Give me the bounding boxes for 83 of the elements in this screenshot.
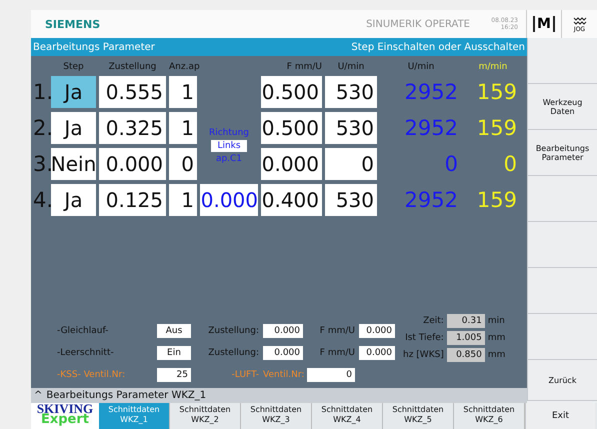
input-field[interactable]: 0.000 [99,148,166,180]
input-field[interactable]: 25 [157,368,191,382]
hint-text: Step Einschalten oder Ausschalten [351,42,525,52]
input-field[interactable]: 0.000 [261,148,322,180]
panel-title: Bearbeitungs Parameter [33,42,155,52]
info-label: hz [WKS] [403,350,444,360]
cutting-speed-value: 0 [502,152,518,176]
unit-label: min [488,316,506,326]
option-label: -KSS- Ventil.Nr: [57,370,126,380]
machine-mode-button[interactable]: M [533,16,555,32]
speed-value: 2952 [404,188,459,212]
status-text: Bearbeitungs Parameter WKZ_1 [46,390,206,401]
input-field[interactable]: 1 [169,184,197,216]
column-header: U/min [336,62,366,72]
field-label: Ventil.Nr: [263,370,303,380]
softkey-button[interactable]: Bearbeitungs Parameter [527,130,597,176]
caret-icon: ^ [34,390,42,401]
product-name: SINUMERIK OPERATE [366,18,470,30]
info-label: Zeit: [422,316,444,326]
toggle-field[interactable]: Aus [157,324,191,338]
toggle-field[interactable]: Ein [157,346,191,360]
cutting-speed-value: 159 [476,116,518,140]
input-field[interactable]: 0.500 [261,76,322,108]
option-label: -Leerschnitt- [57,348,115,358]
input-field[interactable]: 530 [325,184,377,216]
info-value: 1.005 [446,331,485,345]
speed-value: 2952 [404,80,459,104]
input-field[interactable]: 0.555 [99,76,166,108]
direction-label: Richtung [208,128,250,138]
column-header: m/min [478,62,508,72]
column-header: U/min [406,62,436,72]
input-field[interactable]: 1 [169,76,197,108]
option-label: -LUFT- [230,370,259,380]
option-label: -Gleichlauf- [57,326,110,336]
info-value: 0.850 [446,348,485,362]
input-field[interactable]: 0 [169,148,197,180]
unit-label: mm [488,350,506,360]
step-field[interactable]: Nein [51,148,96,180]
input-field[interactable]: 0.125 [99,184,166,216]
input-field[interactable]: 0.500 [261,112,322,144]
input-field[interactable]: 0.000 [359,346,395,360]
column-header: Step [62,62,85,72]
input-field[interactable]: 0.000 [263,324,303,338]
softkey-button[interactable] [527,38,597,84]
exit-button[interactable]: Exit [525,403,595,429]
speed-value: 0 [444,152,459,176]
direction-field[interactable]: Links [211,140,247,152]
cutting-speed-value: 159 [476,188,518,212]
input-field[interactable]: 0 [325,148,377,180]
info-label: Ist Tiefe: [404,333,444,343]
input-field[interactable]: 0.325 [99,112,166,144]
field-label: Zustellung: [207,348,259,358]
input-field[interactable]: 0.000 [263,346,303,360]
field-label: F mm/U [318,348,355,358]
step-field[interactable]: Ja [51,184,96,216]
input-field[interactable]: 530 [325,112,377,144]
input-field[interactable]: 0.400 [261,184,322,216]
softkey-button[interactable] [527,176,597,222]
brand-name: SIEMENS [45,18,102,30]
wave-icon [572,16,586,26]
logo: SKIVING Expert [31,403,99,429]
softkey-button[interactable] [527,314,597,360]
input-field[interactable]: 1 [169,112,197,144]
input-field[interactable]: 0.000 [359,324,395,338]
column-header: F mm/U [286,62,322,72]
column-header: Anz.ap [169,62,197,72]
input-field[interactable]: 530 [325,76,377,108]
field-label: Zustellung: [207,326,259,336]
step-field[interactable]: Ja [51,76,96,108]
input-field[interactable]: 0 [307,368,355,382]
softkey-button[interactable] [527,222,597,268]
softkey-button[interactable] [527,268,597,314]
cutting-speed-value: 159 [476,80,518,104]
column-header: Zustellung [108,62,158,72]
info-value: 0.31 [446,314,485,328]
step-field[interactable]: Ja [51,112,96,144]
input-field[interactable]: 0.000 [200,184,258,216]
speed-value: 2952 [404,116,459,140]
axis-label: ap.C1 [216,154,242,164]
softkey-button[interactable]: Werkzeug Daten [527,84,597,130]
field-label: F mm/U [318,326,355,336]
softkey-button[interactable]: Zurück [527,360,597,401]
unit-label: mm [488,333,506,343]
